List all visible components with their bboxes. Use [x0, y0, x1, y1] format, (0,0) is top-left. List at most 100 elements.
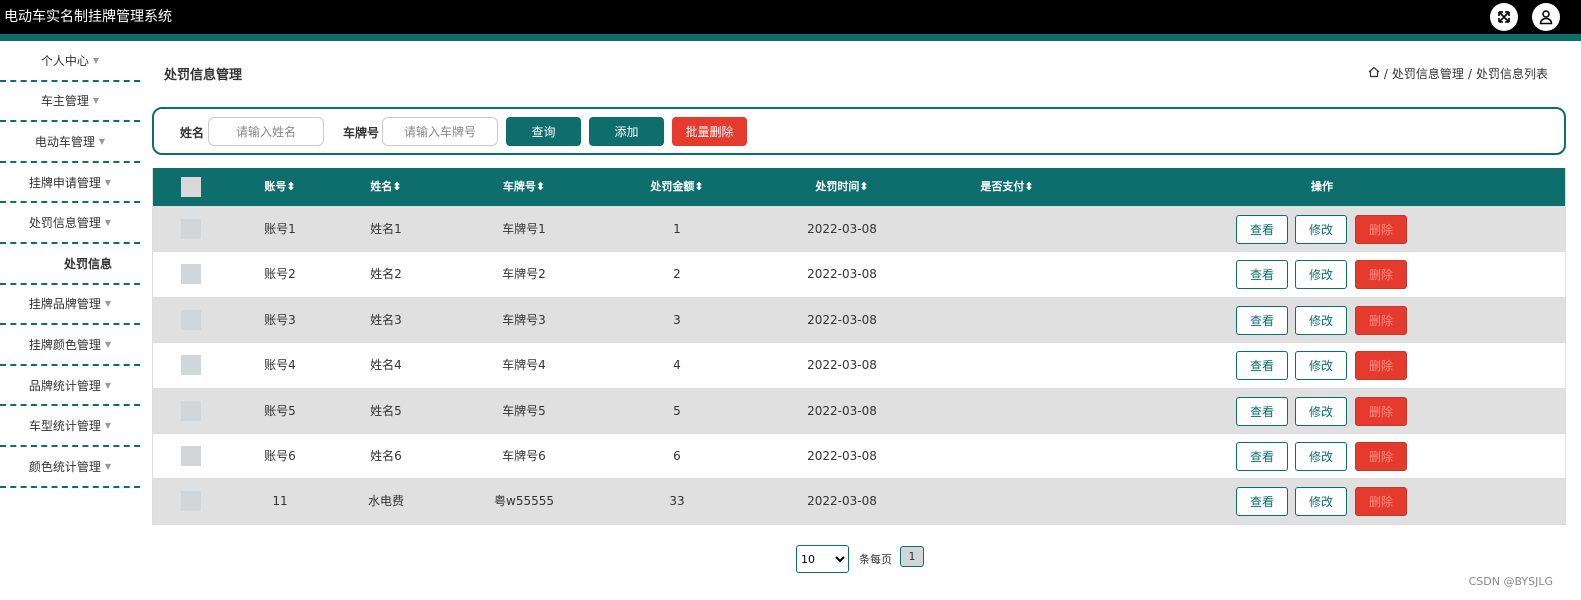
caret-down-icon: ▼ [104, 177, 112, 187]
table-row: 账号3 姓名3 车牌号3 3 2022-03-08 查看 修改 删除 [153, 296, 1565, 343]
cell-time: 2022-03-08 [807, 358, 877, 373]
home-icon[interactable] [1368, 66, 1380, 81]
plate-search-input[interactable] [382, 117, 498, 146]
column-header-time[interactable]: 处罚时间⬍ [815, 168, 868, 206]
sidebar-item-2[interactable]: 电动车管理 ▼ [0, 122, 140, 163]
sidebar-item-label: 个人中心 [40, 53, 89, 68]
sidebar-item-1[interactable]: 车主管理 ▼ [0, 82, 140, 123]
watermark: CSDN @BYSJLG [1468, 575, 1553, 588]
column-header-account[interactable]: 账号⬍ [264, 168, 295, 206]
plate-label: 车牌号 [343, 126, 380, 140]
sidebar-item-label: 颜色统计管理 [28, 459, 101, 474]
row-checkbox[interactable] [181, 264, 201, 285]
cell-name: 姓名1 [370, 222, 402, 236]
sidebar-item-label: 电动车管理 [34, 134, 95, 149]
search-panel: 姓名 车牌号 查询 添加 批量删除 [152, 107, 1566, 155]
delete-button[interactable]: 删除 [1355, 441, 1407, 471]
edit-button[interactable]: 修改 [1295, 305, 1347, 335]
view-button[interactable]: 查看 [1236, 260, 1288, 290]
row-checkbox[interactable] [181, 491, 201, 512]
select-all-checkbox[interactable] [181, 177, 201, 197]
page-button-1[interactable]: 1 [900, 545, 924, 567]
sidebar-item-3[interactable]: 挂牌申请管理 ▼ [0, 163, 140, 204]
sidebar-item-8[interactable]: 品牌统计管理 ▼ [0, 366, 140, 407]
breadcrumb-item-penalty-management[interactable]: 处罚信息管理 [1392, 65, 1464, 82]
penalty-table: 账号⬍ 姓名⬍ 车牌号⬍ 处罚金额⬍ 处罚时间⬍ 是否支付⬍ 操作 账号1 姓名1… [152, 168, 1566, 525]
view-button[interactable]: 查看 [1236, 441, 1288, 471]
view-button[interactable]: 查看 [1236, 305, 1288, 335]
delete-button[interactable]: 删除 [1355, 396, 1407, 426]
view-button[interactable]: 查看 [1236, 487, 1288, 517]
cell-account: 账号4 [264, 358, 296, 373]
per-page-label: 条每页 [859, 553, 892, 566]
row-checkbox[interactable] [181, 400, 201, 421]
table-row: 账号6 姓名6 车牌号6 6 2022-03-08 查看 修改 删除 [153, 432, 1565, 479]
cell-plate: 车牌号3 [502, 312, 546, 327]
cell-name: 水电费 [367, 494, 405, 509]
delete-button[interactable]: 删除 [1355, 260, 1407, 290]
header-accent-strip [0, 34, 1581, 41]
caret-down-icon: ▼ [104, 339, 112, 349]
caret-down-icon: ▼ [98, 136, 106, 146]
sidebar-item-label: 处罚信息管理 [28, 216, 101, 231]
cell-plate: 车牌号2 [502, 267, 546, 282]
cell-time: 2022-03-08 [807, 222, 877, 236]
page-size-select[interactable]: 10 [796, 545, 849, 573]
table-row: 账号4 姓名4 车牌号4 4 2022-03-08 查看 修改 删除 [153, 342, 1565, 388]
cell-plate: 车牌号6 [502, 448, 546, 463]
caret-down-icon: ▼ [104, 380, 112, 390]
sidebar-item-label: 处罚信息 [64, 256, 113, 271]
cell-name: 姓名4 [370, 358, 402, 373]
cell-account: 账号2 [264, 267, 296, 282]
cell-amount: 33 [669, 494, 685, 509]
sidebar-item-0[interactable]: 个人中心 ▼ [0, 41, 140, 82]
edit-button[interactable]: 修改 [1295, 396, 1347, 426]
caret-down-icon: ▼ [104, 461, 112, 471]
sidebar-item-10[interactable]: 颜色统计管理 ▼ [0, 447, 140, 488]
edit-button[interactable]: 修改 [1295, 487, 1347, 517]
query-button[interactable]: 查询 [506, 117, 581, 146]
delete-button[interactable]: 删除 [1355, 215, 1407, 244]
view-button[interactable]: 查看 [1236, 351, 1288, 381]
row-checkbox[interactable] [181, 355, 201, 376]
cell-amount: 3 [673, 312, 681, 327]
batch-delete-button[interactable]: 批量删除 [672, 117, 747, 146]
sidebar-item-7[interactable]: 挂牌颜色管理 ▼ [0, 325, 140, 366]
sidebar-subitem-penalty-info[interactable]: 处罚信息 [0, 244, 140, 285]
cell-plate: 粤w55555 [494, 494, 554, 509]
cell-account: 账号6 [264, 448, 296, 463]
sidebar-item-9[interactable]: 车型统计管理 ▼ [0, 406, 140, 447]
row-checkbox[interactable] [181, 219, 201, 239]
cell-plate: 车牌号5 [502, 403, 546, 418]
table-row: 账号5 姓名5 车牌号5 5 2022-03-08 查看 修改 删除 [153, 387, 1565, 433]
edit-button[interactable]: 修改 [1295, 215, 1347, 244]
sidebar-item-4[interactable]: 处罚信息管理 ▼ [0, 203, 140, 244]
edit-button[interactable]: 修改 [1295, 441, 1347, 471]
edit-button[interactable]: 修改 [1295, 351, 1347, 381]
sidebar-item-6[interactable]: 挂牌品牌管理 ▼ [0, 285, 140, 326]
name-search-input[interactable] [208, 117, 324, 146]
user-icon[interactable] [1532, 3, 1560, 31]
delete-button[interactable]: 删除 [1355, 305, 1407, 335]
column-header-amount[interactable]: 处罚金额⬍ [650, 168, 703, 206]
name-label: 姓名 [180, 126, 205, 140]
breadcrumb-item-penalty-list: 处罚信息列表 [1475, 67, 1548, 81]
row-checkbox[interactable] [181, 309, 201, 330]
cell-name: 姓名2 [370, 267, 402, 282]
caret-down-icon: ▼ [104, 218, 112, 228]
row-checkbox[interactable] [181, 445, 201, 466]
column-header-plate[interactable]: 车牌号⬍ [503, 168, 545, 206]
table-row: 账号1 姓名1 车牌号1 1 2022-03-08 查看 修改 删除 [153, 206, 1565, 252]
add-button[interactable]: 添加 [589, 117, 664, 146]
cell-account: 11 [272, 494, 288, 509]
column-header-name[interactable]: 姓名⬍ [370, 168, 401, 206]
column-header-paid[interactable]: 是否支付⬍ [980, 168, 1033, 206]
cell-amount: 1 [673, 222, 681, 236]
fullscreen-icon[interactable] [1490, 3, 1518, 31]
delete-button[interactable]: 删除 [1355, 487, 1407, 517]
delete-button[interactable]: 删除 [1355, 351, 1407, 381]
view-button[interactable]: 查看 [1236, 215, 1288, 244]
view-button[interactable]: 查看 [1236, 396, 1288, 426]
sidebar-item-label: 车型统计管理 [28, 419, 101, 434]
edit-button[interactable]: 修改 [1295, 260, 1347, 290]
